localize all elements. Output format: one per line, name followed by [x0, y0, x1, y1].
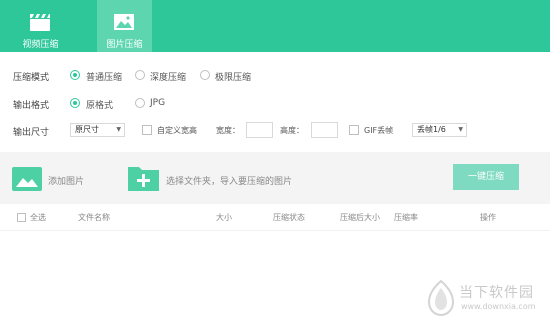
radio-original-format[interactable]	[70, 98, 80, 108]
deep-compress-label: 深度压缩	[150, 73, 187, 83]
watermark-logo-icon	[427, 280, 455, 316]
radio-deep-compress[interactable]	[135, 70, 145, 80]
top-bar: 视频压缩 图片压缩	[0, 0, 550, 52]
watermark: 当下软件园 www.downxia.com	[425, 278, 550, 318]
size-select[interactable]: 原尺寸 ▼	[70, 123, 125, 137]
chevron-down-icon: ▼	[116, 126, 121, 133]
extreme-compress-label: 极限压缩	[215, 73, 252, 83]
tab-video-compress[interactable]: 视频压缩	[13, 0, 68, 52]
add-folder-icon[interactable]	[128, 164, 159, 191]
width-input[interactable]	[246, 122, 273, 138]
normal-compress-label: 普通压缩	[86, 73, 123, 83]
tab-video-label: 视频压缩	[22, 40, 59, 50]
output-format-label: 输出格式	[13, 101, 50, 111]
radio-jpg-format[interactable]	[135, 98, 145, 108]
action-area: 添加图片 选择文件夹，导入要压缩的图片 一键压缩	[0, 152, 550, 204]
table-divider	[0, 230, 550, 231]
compress-mode-label: 压缩模式	[13, 73, 50, 83]
tab-image-compress[interactable]: 图片压缩	[97, 0, 152, 52]
add-image-button[interactable]: 添加图片	[48, 174, 84, 187]
gif-drop-frame-label: GIF丢帧	[364, 126, 394, 135]
width-label: 宽度：	[216, 126, 240, 135]
tab-image-label: 图片压缩	[106, 40, 143, 50]
radio-extreme-compress[interactable]	[200, 70, 210, 80]
frame-drop-select-value: 丢帧1/6	[417, 125, 446, 134]
size-select-value: 原尺寸	[75, 125, 99, 134]
custom-size-label: 自定义宽高	[157, 126, 197, 135]
one-click-compress-button[interactable]: 一键压缩	[453, 164, 519, 190]
clapperboard-icon	[30, 14, 50, 31]
height-label: 高度：	[280, 126, 304, 135]
col-status: 压缩状态	[273, 213, 305, 222]
col-ratio: 压缩率	[394, 213, 418, 222]
gif-drop-frame-checkbox[interactable]	[349, 125, 359, 135]
add-folder-button[interactable]: 选择文件夹，导入要压缩的图片	[166, 174, 292, 187]
image-icon	[114, 14, 134, 30]
add-image-icon[interactable]	[12, 167, 42, 191]
height-input[interactable]	[311, 122, 338, 138]
col-compressed-size: 压缩后大小	[340, 213, 380, 222]
radio-normal-compress[interactable]	[70, 70, 80, 80]
output-size-label: 输出尺寸	[13, 128, 50, 138]
original-format-label: 原格式	[86, 101, 114, 111]
col-actions: 操作	[480, 213, 496, 222]
select-all-checkbox[interactable]	[17, 213, 26, 222]
watermark-url: www.downxia.com	[461, 302, 536, 311]
custom-size-checkbox[interactable]	[142, 125, 152, 135]
jpg-format-label: JPG	[150, 98, 166, 108]
watermark-title: 当下软件园	[459, 285, 534, 301]
col-size: 大小	[216, 213, 232, 222]
col-filename: 文件名称	[78, 213, 110, 222]
chevron-down-icon: ▼	[458, 126, 463, 133]
select-all-label: 全选	[30, 213, 46, 222]
frame-drop-select[interactable]: 丢帧1/6 ▼	[412, 123, 467, 137]
